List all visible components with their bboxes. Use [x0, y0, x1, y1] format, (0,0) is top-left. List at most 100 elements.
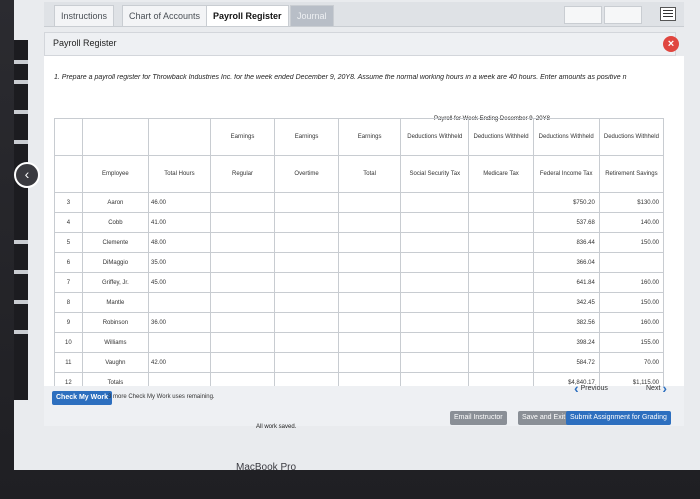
column-header: Total — [338, 155, 402, 193]
hours-input[interactable] — [148, 332, 211, 353]
social-security-input[interactable] — [400, 352, 470, 373]
social-security-input[interactable] — [400, 292, 470, 313]
column-header — [54, 118, 83, 156]
total-earnings-input[interactable] — [338, 272, 402, 293]
hours-input[interactable]: 36.00 — [148, 312, 211, 333]
social-security-input[interactable] — [400, 252, 470, 273]
overtime-earnings-input[interactable] — [274, 252, 340, 273]
hours-input[interactable]: 42.00 — [148, 352, 211, 373]
regular-earnings-input[interactable] — [209, 252, 276, 273]
table-row: 3 Aaron 46.00 $750.20 $130.00 — [54, 192, 665, 213]
table-row: 7 Griffey, Jr. 45.00 641.84 160.00 — [54, 272, 665, 293]
overtime-earnings-input[interactable] — [274, 272, 340, 293]
total-earnings-input[interactable] — [338, 232, 402, 253]
employee-name: Williams — [81, 332, 150, 353]
regular-earnings-input[interactable] — [209, 232, 276, 253]
regular-earnings-input[interactable] — [209, 212, 276, 233]
social-security-input[interactable] — [400, 232, 470, 253]
screen: Instructions Chart of Accounts Payroll R… — [0, 0, 700, 499]
total-earnings-input[interactable] — [338, 292, 402, 313]
overtime-earnings-input[interactable] — [274, 332, 340, 353]
main-content: 1. Prepare a payroll register for Throwb… — [44, 56, 684, 395]
row-number: 9 — [54, 312, 83, 333]
employee-name: Cobb — [81, 212, 150, 233]
total-earnings-input[interactable] — [338, 312, 402, 333]
save-and-exit-button[interactable]: Save and Exit — [518, 411, 570, 425]
row-number: 11 — [54, 352, 83, 373]
column-header — [148, 118, 211, 156]
tab-journal[interactable]: Journal — [290, 5, 334, 26]
toolbar-box — [564, 6, 602, 24]
row-number: 7 — [54, 272, 83, 293]
employee-name: Mantle — [81, 292, 150, 313]
hours-input[interactable]: 48.00 — [148, 232, 211, 253]
tab-chart-of-accounts[interactable]: Chart of Accounts — [122, 5, 208, 26]
table-row: 8 Mantle 342.45 150.00 — [54, 292, 665, 313]
tab-payroll-register[interactable]: Payroll Register — [206, 5, 289, 26]
column-header: Deductions Withheld — [468, 118, 534, 156]
column-header: Federal Income Tax — [532, 155, 600, 193]
table-row: 11 Vaughn 42.00 584.72 70.00 — [54, 352, 665, 373]
column-header: Deductions Withheld — [400, 118, 470, 156]
overtime-earnings-input[interactable] — [274, 352, 340, 373]
overtime-earnings-input[interactable] — [274, 292, 340, 313]
social-security-input[interactable] — [400, 332, 470, 353]
medicare-input[interactable] — [468, 352, 534, 373]
medicare-input[interactable] — [468, 192, 534, 213]
remaining-checks-text: 3 more Check My Work uses remaining. — [108, 394, 215, 400]
total-earnings-input[interactable] — [338, 352, 402, 373]
social-security-input[interactable] — [400, 212, 470, 233]
hours-input[interactable]: 41.00 — [148, 212, 211, 233]
regular-earnings-input[interactable] — [209, 352, 276, 373]
medicare-input[interactable] — [468, 272, 534, 293]
federal-income-tax: 398.24 — [532, 332, 600, 353]
total-earnings-input[interactable] — [338, 212, 402, 233]
overtime-earnings-input[interactable] — [274, 192, 340, 213]
total-earnings-input[interactable] — [338, 332, 402, 353]
column-header: Retirement Savings — [598, 155, 665, 193]
check-my-work-button[interactable]: Check My Work — [52, 391, 112, 405]
next-button[interactable]: Next › — [646, 380, 667, 396]
medicare-input[interactable] — [468, 252, 534, 273]
hours-input[interactable]: 45.00 — [148, 272, 211, 293]
tab-instructions[interactable]: Instructions — [54, 5, 115, 26]
regular-earnings-input[interactable] — [209, 292, 276, 313]
email-instructor-button[interactable]: Email Instructor — [450, 411, 507, 425]
total-earnings-input[interactable] — [338, 192, 402, 213]
hours-input[interactable] — [148, 292, 211, 313]
total-earnings-input[interactable] — [338, 252, 402, 273]
medicare-input[interactable] — [468, 292, 534, 313]
overtime-earnings-input[interactable] — [274, 312, 340, 333]
social-security-input[interactable] — [400, 192, 470, 213]
overtime-earnings-input[interactable] — [274, 232, 340, 253]
hours-input[interactable]: 35.00 — [148, 252, 211, 273]
tab-bar: Instructions Chart of Accounts Payroll R… — [44, 2, 684, 27]
previous-button[interactable]: ‹ Previous — [574, 380, 608, 396]
row-number: 4 — [54, 212, 83, 233]
menu-icon[interactable] — [660, 7, 676, 21]
regular-earnings-input[interactable] — [209, 192, 276, 213]
retirement-savings: 140.00 — [598, 212, 665, 233]
close-icon[interactable]: × — [663, 36, 679, 52]
social-security-input[interactable] — [400, 312, 470, 333]
column-header: Social Security Tax — [400, 155, 470, 193]
column-header: Employee — [81, 155, 150, 193]
federal-income-tax: 641.84 — [532, 272, 600, 293]
panel-title: Payroll Register — [53, 38, 117, 48]
medicare-input[interactable] — [468, 212, 534, 233]
hours-input[interactable]: 46.00 — [148, 192, 211, 213]
regular-earnings-input[interactable] — [209, 332, 276, 353]
back-arrow-icon[interactable]: ‹ — [14, 162, 40, 188]
regular-earnings-input[interactable] — [209, 272, 276, 293]
medicare-input[interactable] — [468, 312, 534, 333]
retirement-savings: 160.00 — [598, 272, 665, 293]
submit-assignment-button[interactable]: Submit Assignment for Grading — [566, 411, 671, 425]
employee-name: Robinson — [81, 312, 150, 333]
medicare-input[interactable] — [468, 332, 534, 353]
overtime-earnings-input[interactable] — [274, 212, 340, 233]
column-header: Total Hours — [148, 155, 211, 193]
regular-earnings-input[interactable] — [209, 312, 276, 333]
social-security-input[interactable] — [400, 272, 470, 293]
medicare-input[interactable] — [468, 232, 534, 253]
table-row: 4 Cobb 41.00 537.68 140.00 — [54, 212, 665, 233]
